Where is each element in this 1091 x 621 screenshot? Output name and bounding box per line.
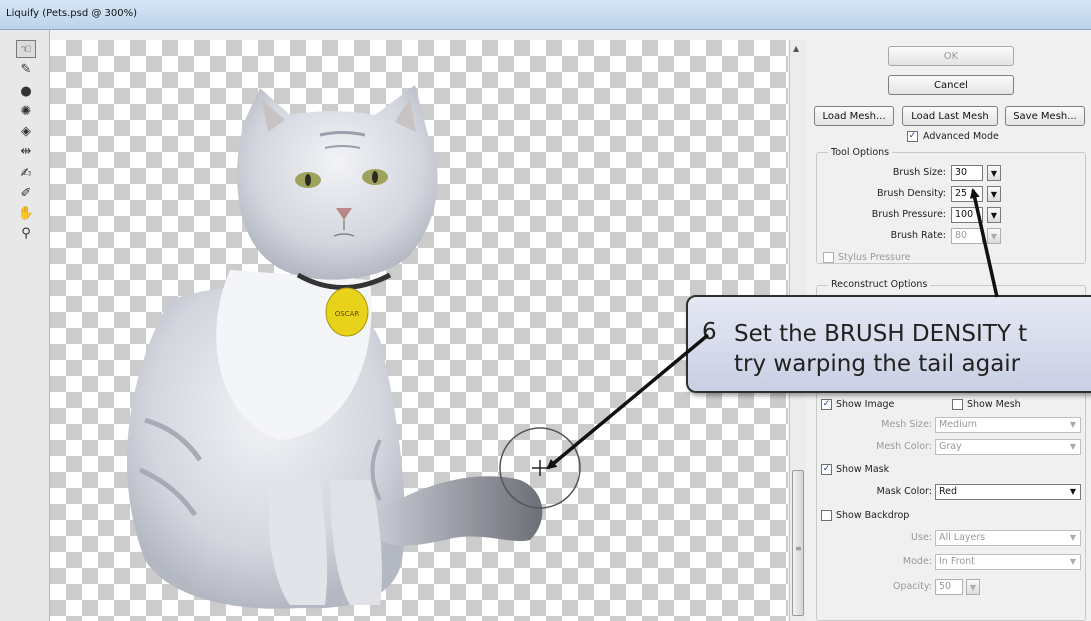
use-label: Use:: [911, 532, 932, 543]
brush-pressure-label: Brush Pressure:: [871, 209, 946, 220]
mode-select: In Front ▼: [935, 554, 1081, 570]
freeze-mask-tool-icon[interactable]: ✍: [16, 164, 36, 182]
title-bar: Liquify (Pets.psd @ 300%): [0, 0, 1091, 30]
advanced-mode-label: Advanced Mode: [923, 131, 999, 142]
svg-text:OSCAR: OSCAR: [335, 310, 360, 318]
brush-rate-dropdown-icon: ▼: [987, 228, 1001, 244]
ok-button[interactable]: OK: [888, 46, 1014, 66]
forward-warp-tool-icon[interactable]: ☜: [16, 40, 36, 58]
stylus-pressure-label: Stylus Pressure: [838, 252, 911, 263]
show-image-label: Show Image: [836, 399, 895, 410]
brush-size-label: Brush Size:: [892, 167, 946, 178]
mask-color-select[interactable]: Red ▼: [935, 484, 1081, 500]
show-mask-checkbox[interactable]: ✓: [821, 464, 832, 475]
hand-tool-icon[interactable]: ✋: [16, 204, 36, 222]
load-last-mesh-button[interactable]: Load Last Mesh: [902, 106, 998, 126]
thaw-mask-tool-icon[interactable]: ✐: [16, 184, 36, 202]
opacity-dropdown-icon: ▼: [966, 579, 980, 595]
chevron-down-icon: ▼: [1069, 442, 1076, 451]
mesh-size-label: Mesh Size:: [881, 419, 932, 430]
brush-pressure-field[interactable]: 100: [951, 207, 983, 223]
chevron-down-icon: ▼: [1069, 533, 1076, 542]
tool-options-title: Tool Options: [828, 147, 893, 158]
brush-size-field[interactable]: 30: [951, 165, 983, 181]
chevron-down-icon: ▼: [1069, 487, 1076, 496]
save-mesh-button[interactable]: Save Mesh...: [1005, 106, 1085, 126]
bloat-tool-icon[interactable]: ◈: [16, 122, 36, 140]
cancel-button[interactable]: Cancel: [888, 75, 1014, 95]
brush-density-label: Brush Density:: [876, 188, 946, 199]
callout-line-2: try warping the tail agair: [734, 351, 1021, 377]
window-title: Liquify (Pets.psd @ 300%): [6, 8, 138, 19]
cat-image: OSCAR: [126, 85, 581, 609]
scrollbar-thumb[interactable]: [792, 470, 804, 616]
load-mesh-button[interactable]: Load Mesh...: [814, 106, 894, 126]
mode-label: Mode:: [902, 556, 932, 567]
twirl-clockwise-tool-icon[interactable]: ●: [16, 82, 36, 100]
brush-rate-field: 80: [951, 228, 983, 244]
mesh-size-select: Medium ▼: [935, 417, 1081, 433]
brush-density-dropdown-icon[interactable]: ▼: [987, 186, 1001, 202]
show-backdrop-checkbox[interactable]: [821, 510, 832, 521]
show-image-checkbox[interactable]: ✓: [821, 399, 832, 410]
opacity-field: 50: [935, 579, 963, 595]
scrollbar-grip-icon: ≡: [795, 544, 802, 553]
mask-color-label: Mask Color:: [876, 486, 932, 497]
brush-density-field[interactable]: 25: [951, 186, 983, 202]
use-select: All Layers ▼: [935, 530, 1081, 546]
scroll-up-icon[interactable]: ▲: [793, 44, 799, 53]
chevron-down-icon: ▼: [1069, 557, 1076, 566]
show-mesh-checkbox[interactable]: [952, 399, 963, 410]
callout-text: Set the BRUSH DENSITY t try warping the t…: [734, 319, 1027, 379]
pucker-tool-icon[interactable]: ✺: [16, 102, 36, 120]
stylus-pressure-checkbox: [823, 252, 834, 263]
show-mask-label: Show Mask: [836, 464, 890, 475]
brush-pressure-dropdown-icon[interactable]: ▼: [987, 207, 1001, 223]
chevron-down-icon: ▼: [1069, 420, 1076, 429]
mesh-color-select: Gray ▼: [935, 439, 1081, 455]
tools-column: ☜ ✎ ● ✺ ◈ ⇹ ✍ ✐ ✋ ⚲: [0, 30, 50, 621]
show-mesh-label: Show Mesh: [967, 399, 1021, 410]
reconstruct-tool-icon[interactable]: ✎: [16, 60, 36, 78]
image-canvas[interactable]: OSCAR: [50, 40, 788, 621]
opacity-label: Opacity:: [892, 581, 932, 592]
reconstruct-options-title: Reconstruct Options: [828, 279, 931, 290]
brush-rate-label: Brush Rate:: [890, 230, 946, 241]
callout-line-1: Set the BRUSH DENSITY t: [734, 321, 1028, 347]
instruction-callout: 6 Set the BRUSH DENSITY t try warping the…: [686, 295, 1091, 393]
mesh-color-label: Mesh Color:: [876, 441, 932, 452]
brush-size-dropdown-icon[interactable]: ▼: [987, 165, 1001, 181]
advanced-mode-checkbox[interactable]: ✓: [907, 131, 918, 142]
callout-step-number: 6: [702, 319, 717, 345]
liquify-window: Liquify (Pets.psd @ 300%) ☜ ✎ ● ✺ ◈ ⇹ ✍ …: [0, 0, 1091, 621]
zoom-tool-icon[interactable]: ⚲: [16, 224, 36, 242]
show-backdrop-label: Show Backdrop: [836, 510, 910, 521]
push-left-tool-icon[interactable]: ⇹: [16, 142, 36, 160]
